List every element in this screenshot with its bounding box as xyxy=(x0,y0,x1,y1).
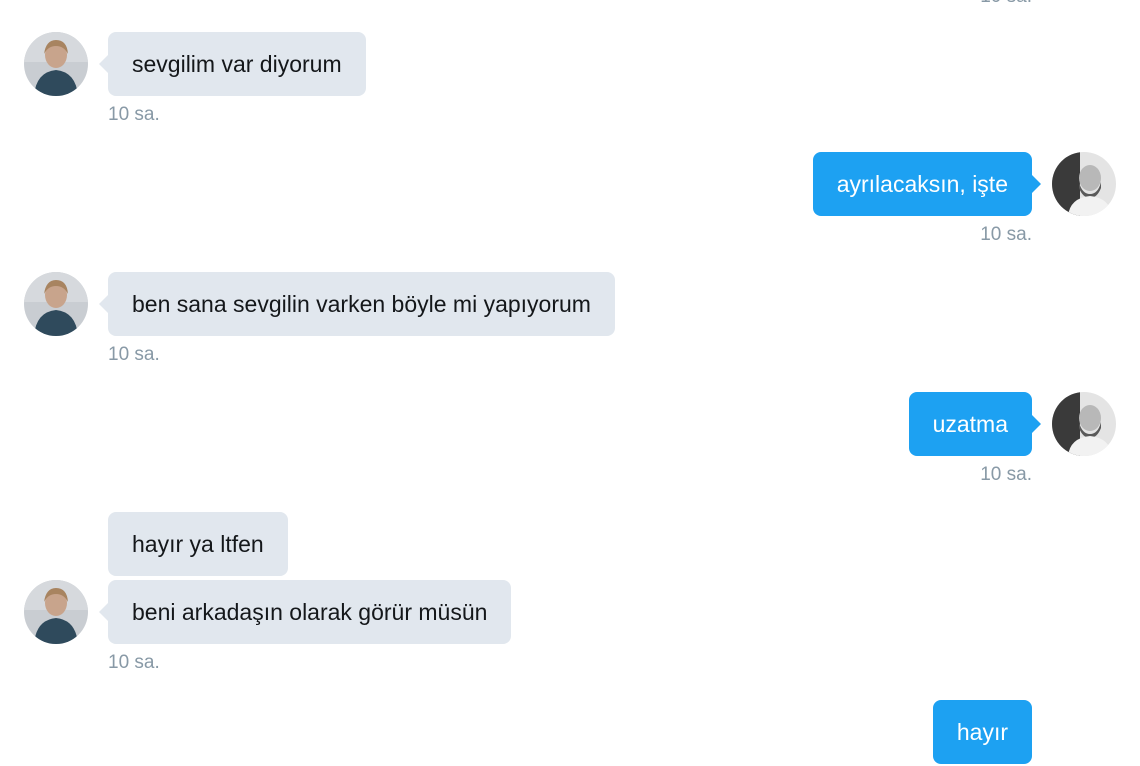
message-timestamp: 10 sa. xyxy=(108,652,160,673)
message-bubble[interactable]: hayır xyxy=(932,700,1032,764)
woman-avatar-icon[interactable] xyxy=(24,272,88,336)
message-bubble[interactable]: beni arkadaşın olarak görür müsün xyxy=(98,580,512,644)
message-bubble[interactable]: sevgilim var diyorum xyxy=(99,32,366,96)
woman-avatar-icon[interactable] xyxy=(24,580,88,644)
woman-avatar-icon[interactable] xyxy=(24,32,88,96)
man-avatar-icon[interactable] xyxy=(1052,392,1116,456)
message-timestamp: 10 sa. xyxy=(980,464,1032,485)
message-bubble[interactable]: uzatma xyxy=(908,392,1042,456)
message-timestamp: 10 sa. xyxy=(980,224,1032,245)
message-bubble[interactable]: ben sana sevgilin varken böyle mi yapıyo… xyxy=(99,272,615,336)
message-timestamp: 10 sa. xyxy=(108,104,160,125)
conversation-thread: 10 sa. sevgilim var diyorum 10 sa. ayrıl… xyxy=(0,0,1140,766)
message-timestamp: 10 sa. xyxy=(980,0,1032,8)
man-avatar-icon[interactable] xyxy=(1052,152,1116,216)
message-bubble[interactable]: hayır ya ltfen xyxy=(108,512,288,576)
message-timestamp: 10 sa. xyxy=(108,344,160,365)
message-bubble[interactable]: ayrılacaksın, işte xyxy=(812,152,1042,216)
